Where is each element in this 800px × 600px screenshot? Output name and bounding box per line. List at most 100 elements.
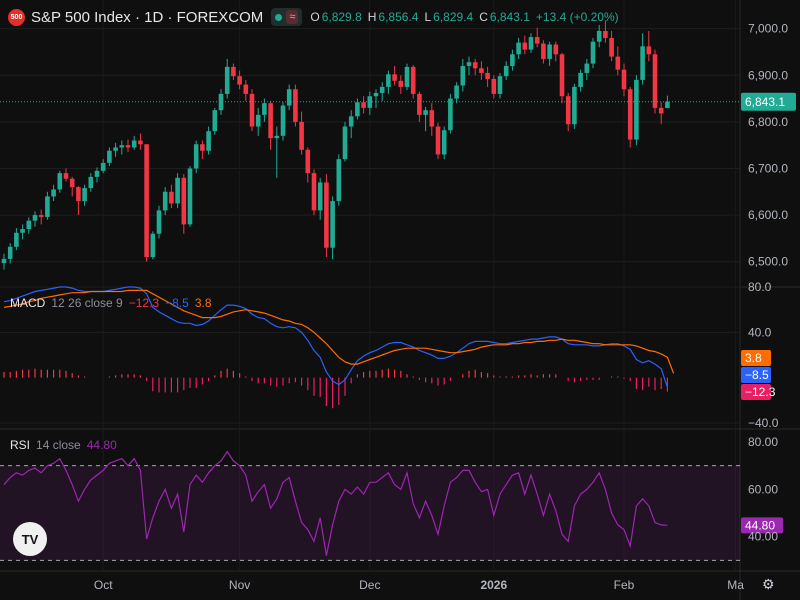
macd-signal-tag-label: 3.8 [745,351,762,365]
ohlc-values: O 6,829.8 H 6,856.4 L 6,829.4 C 6,843.1 +13.… [310,10,622,24]
symbol-title[interactable]: S&P 500 Index · 1D · FOREXCOM [31,9,263,26]
candle-body [150,233,156,258]
candle-body [578,72,583,87]
candle-body [138,140,143,145]
rsi-pane[interactable]: 44.80 [0,450,783,561]
rsi-legend[interactable]: RSI 14 close 44.80 [10,438,117,452]
price-tick-label: 6,900.0 [748,68,788,82]
low-key: L [424,10,432,24]
candle-body [640,46,645,80]
candle-body [547,44,552,59]
candle-body [510,54,515,66]
candle-body [181,177,187,225]
rsi-tick-label: 40.00 [748,530,778,544]
candle-body [237,76,242,85]
candle-body [392,74,397,81]
candle-body [113,147,118,151]
candle-body [590,41,596,64]
open-key: O [310,10,320,24]
candle-body [665,101,670,108]
candle-body [609,37,614,57]
candle-body [76,187,81,202]
x-tick-label: Dec [359,578,380,592]
candle-body [305,149,311,174]
low-value: 6,829.4 [433,10,474,24]
market-status-pill[interactable]: ≈ [271,8,303,26]
candle-body [156,210,162,234]
candle-body [32,215,38,221]
candle-body [7,246,13,259]
candle-body [206,131,211,151]
x-tick-label: Feb [614,578,635,592]
candle-body [280,105,286,136]
candle-body [565,96,571,125]
close-key: C [479,10,488,24]
high-value: 6,856.4 [378,10,419,24]
rsi-name: RSI [10,438,31,452]
candle-body [262,103,267,115]
candle-body [63,173,69,179]
candle-body [45,196,50,217]
candle-body [522,42,528,50]
candle-body [348,116,354,127]
candle-body [299,121,304,150]
candle-body [634,79,639,140]
candle-body [627,89,633,140]
candle-body [94,170,100,177]
candle-body [528,37,534,50]
price-tick-label: 6,500.0 [748,255,788,269]
tradingview-logo-icon[interactable]: TV [13,522,47,556]
candle-body [69,178,75,188]
candle-body [26,220,32,230]
candle-body [423,110,428,115]
candle-body [497,76,503,94]
candle-body [361,102,366,108]
candle-body [1,258,7,264]
macd-tick-label: 40.0 [748,325,772,339]
high-key: H [367,10,377,24]
candle-body [572,86,577,125]
candle-body [603,30,608,38]
candle-body [491,78,497,94]
last-price-label: 6,843.1 [745,95,785,109]
candle-body [255,114,261,127]
candle-body [516,42,521,55]
candle-body [14,232,19,247]
rsi-band [0,465,740,561]
rsi-value: 44.80 [86,438,117,452]
gear-icon[interactable]: ⚙ [762,576,775,593]
candle-body [231,66,236,77]
candle-body [658,107,664,114]
candle-body [268,103,273,139]
x-tick-label: Ma [727,578,744,592]
candle-body [144,144,149,258]
candle-body [131,140,137,148]
candle-body [100,162,106,171]
x-tick-label: 2026 [480,578,507,592]
chart-header: 500 S&P 500 Index · 1D · FOREXCOM ≈ O 6,8… [8,7,623,27]
symbol-logo: 500 [8,8,25,26]
candle-body [187,168,193,225]
macd-legend[interactable]: MACD 12 26 close 9 −12.3 −8.5 3.8 [10,296,212,310]
macd-hist-value: −12.3 [128,296,160,310]
candle-body [541,43,546,59]
candle-body [224,66,230,94]
candle-body [336,159,342,202]
candle-body [596,30,602,42]
candle-body [441,130,447,155]
macd-tick-label: 80.0 [748,280,772,294]
close-value: 6,843.1 [489,10,530,24]
x-tick-label: Oct [94,578,113,592]
candle-body [652,54,658,108]
candle-body [386,74,391,87]
candle-body [317,182,323,211]
candle-body [429,110,435,127]
candle-body [646,46,652,55]
candle-body [621,69,627,90]
candle-body [454,85,459,99]
candle-body [355,102,360,117]
candle-body [243,84,249,94]
market-open-icon [275,13,283,21]
candle-body [293,89,298,122]
candle-body [162,191,168,211]
